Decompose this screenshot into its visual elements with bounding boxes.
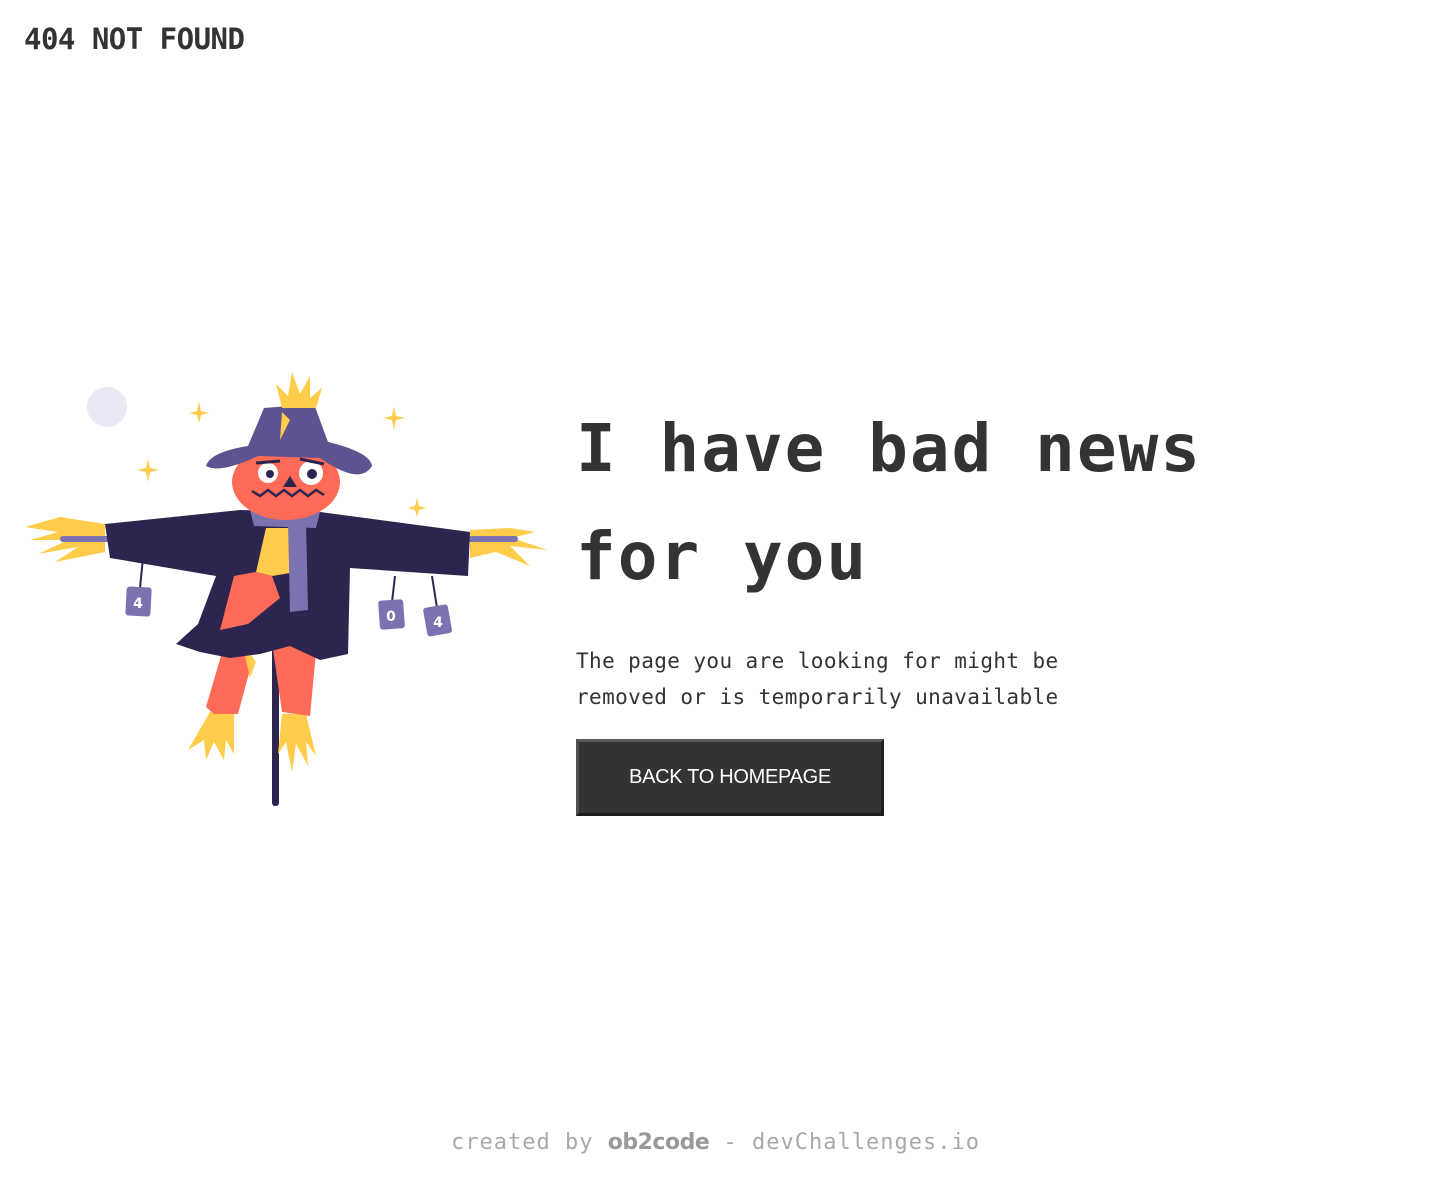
headline: I have bad news for you	[576, 395, 1356, 611]
scarecrow-illustration: 4 0 4	[20, 362, 555, 812]
can-label: 0	[386, 609, 396, 625]
page: 404 NOT FOUND 4 0 4 I have bad news for …	[0, 0, 1431, 1180]
footer-prefix: created by	[451, 1130, 594, 1155]
site-link[interactable]: devChallenges.io	[752, 1130, 980, 1155]
scarecrow-icon: 4 0 4	[25, 372, 548, 806]
message-line-1: The page you are looking for might be	[576, 649, 1059, 673]
author-link[interactable]: ob2code	[608, 1130, 710, 1155]
can-label: 4	[133, 596, 143, 612]
back-to-homepage-button[interactable]: BACK TO HOMEPAGE	[576, 739, 884, 816]
headline-line-1: I have bad news	[576, 410, 1203, 487]
can-label: 4	[433, 615, 443, 631]
headline-line-2: for you	[576, 518, 869, 595]
footer-separator: -	[723, 1130, 738, 1155]
message-line-2: removed or is temporarily unavailable	[576, 685, 1059, 709]
footer: created by ob2code - devChallenges.io	[0, 1130, 1431, 1155]
page-title: 404 NOT FOUND	[24, 22, 245, 56]
moon-icon	[87, 387, 127, 427]
main-content: I have bad news for you The page you are…	[576, 395, 1356, 816]
error-message: The page you are looking for might be re…	[576, 643, 1136, 715]
